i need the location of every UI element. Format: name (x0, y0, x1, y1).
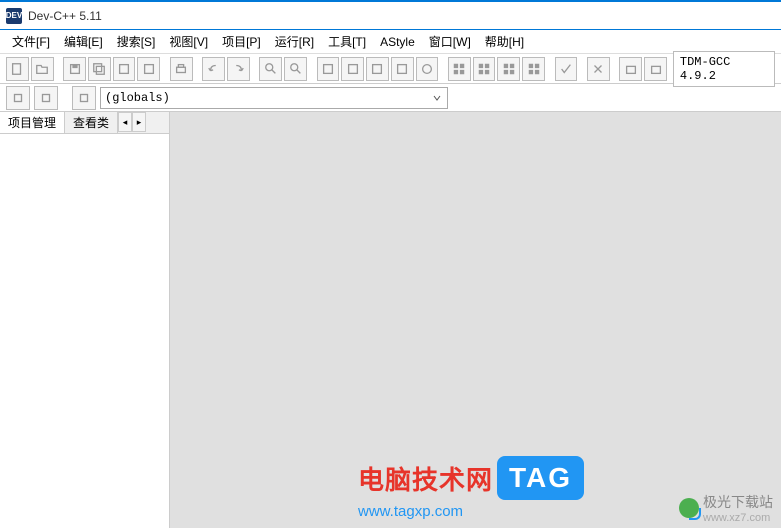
menubar: 文件[F] 编辑[E] 搜索[S] 视图[V] 项目[P] 运行[R] 工具[T… (0, 30, 781, 54)
project-tree[interactable] (0, 134, 169, 528)
find-button[interactable] (259, 57, 282, 81)
open-button[interactable] (31, 57, 54, 81)
titlebar: DEV Dev-C++ 5.11 (0, 2, 781, 30)
tab-project-mgmt[interactable]: 项目管理 (0, 112, 65, 133)
watermark-tagxp-url: www.tagxp.com (358, 503, 463, 520)
app-icon: DEV (6, 8, 22, 24)
redo-button[interactable] (227, 57, 250, 81)
window-title: Dev-C++ 5.11 (28, 9, 102, 23)
debug-button[interactable] (416, 57, 439, 81)
nav-back-button[interactable] (6, 86, 30, 110)
menu-file[interactable]: 文件[F] (6, 31, 56, 52)
tab-nav-left[interactable]: ◂ (118, 112, 132, 132)
tab-nav: ◂ ▸ (118, 112, 146, 133)
compile-run-button[interactable] (366, 57, 389, 81)
compile-button[interactable] (317, 57, 340, 81)
rebuild-button[interactable] (391, 57, 414, 81)
watermark-xz7-url: www.xz7.com (703, 512, 773, 524)
watermark-xz7: 极光下载站 www.xz7.com (679, 492, 773, 524)
main-toolbar: TDM-GCC 4.9.2 (0, 54, 781, 84)
menu-tools[interactable]: 工具[T] (322, 31, 372, 52)
menu-edit[interactable]: 编辑[E] (58, 31, 109, 52)
watermark-tagxp-tag: TAG (497, 456, 584, 500)
misc1-button[interactable] (619, 57, 642, 81)
watermark-tagxp-title: 电脑技术网 (358, 460, 493, 497)
print-button[interactable] (170, 57, 193, 81)
misc2-button[interactable] (644, 57, 667, 81)
close-button[interactable] (137, 57, 160, 81)
menu-project[interactable]: 项目[P] (216, 31, 267, 52)
editor-area: 电脑技术网 TAG www.tagxp.com 极光下载站 www.xz7.co… (170, 112, 781, 528)
tab-class-view[interactable]: 查看类 (65, 112, 118, 133)
save-as-button[interactable] (113, 57, 136, 81)
menu-astyle[interactable]: AStyle (374, 33, 421, 51)
run-button[interactable] (341, 57, 364, 81)
menu-run[interactable]: 运行[R] (269, 31, 320, 52)
tab-nav-right[interactable]: ▸ (132, 112, 146, 132)
sidebar: 项目管理 查看类 ◂ ▸ (0, 112, 170, 528)
globals-combo[interactable]: (globals) (100, 87, 448, 109)
watermark-tagxp: 电脑技术网 TAG (358, 456, 584, 500)
grid4-button[interactable] (522, 57, 545, 81)
grid2-button[interactable] (473, 57, 496, 81)
replace-button[interactable] (284, 57, 307, 81)
save-all-button[interactable] (88, 57, 111, 81)
menu-view[interactable]: 视图[V] (163, 31, 214, 52)
bookmark-button[interactable] (72, 86, 96, 110)
menu-help[interactable]: 帮助[H] (479, 31, 530, 52)
delete-button[interactable] (587, 57, 610, 81)
main-area: 项目管理 查看类 ◂ ▸ 电脑技术网 TAG www.tagxp.com 极光下… (0, 112, 781, 528)
aurora-icon (679, 498, 699, 518)
menu-search[interactable]: 搜索[S] (111, 31, 162, 52)
check-button[interactable] (555, 57, 578, 81)
compiler-selector[interactable]: TDM-GCC 4.9.2 (673, 51, 775, 87)
undo-button[interactable] (202, 57, 225, 81)
menu-window[interactable]: 窗口[W] (423, 31, 477, 52)
nav-fwd-button[interactable] (34, 86, 58, 110)
chevron-down-icon (429, 90, 445, 106)
grid3-button[interactable] (497, 57, 520, 81)
save-button[interactable] (63, 57, 86, 81)
grid1-button[interactable] (448, 57, 471, 81)
sidebar-tabs: 项目管理 查看类 ◂ ▸ (0, 112, 169, 134)
new-file-button[interactable] (6, 57, 29, 81)
watermark-xz7-title: 极光下载站 (703, 492, 773, 512)
globals-value: (globals) (105, 91, 170, 105)
secondary-toolbar: (globals) (0, 84, 781, 112)
